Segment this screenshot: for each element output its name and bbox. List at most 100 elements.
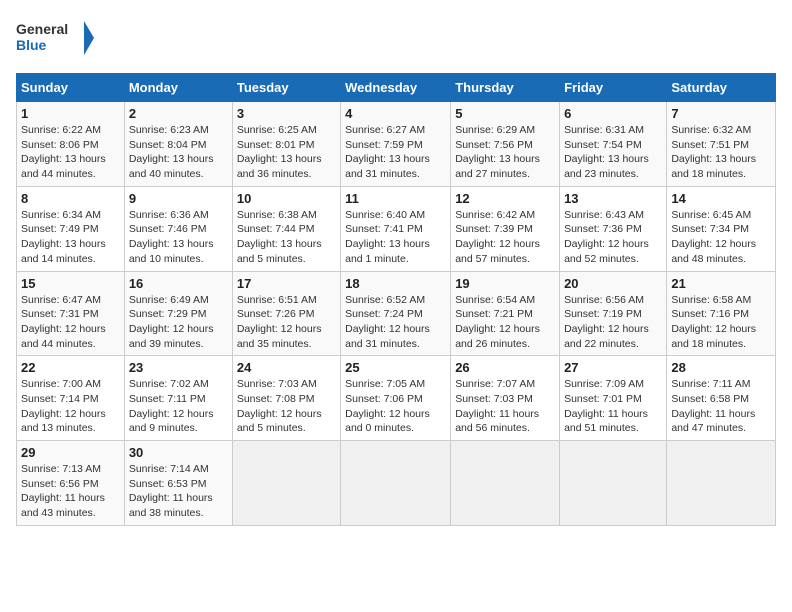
day-cell: 16 Sunrise: 6:49 AM Sunset: 7:29 PM Dayl… <box>124 271 232 356</box>
day-number: 19 <box>455 276 555 291</box>
sunrise: Sunrise: 6:56 AM <box>564 293 662 308</box>
sunset: Sunset: 7:56 PM <box>455 138 555 153</box>
sunset: Sunset: 7:11 PM <box>129 392 228 407</box>
day-info: Sunrise: 6:47 AM Sunset: 7:31 PM Dayligh… <box>21 293 120 352</box>
day-number: 14 <box>671 191 771 206</box>
sunrise: Sunrise: 6:51 AM <box>237 293 336 308</box>
daylight: Daylight: 12 hours and 52 minutes. <box>564 237 662 266</box>
day-cell: 26 Sunrise: 7:07 AM Sunset: 7:03 PM Dayl… <box>451 356 560 441</box>
day-cell: 10 Sunrise: 6:38 AM Sunset: 7:44 PM Dayl… <box>232 186 340 271</box>
day-number: 10 <box>237 191 336 206</box>
day-info: Sunrise: 6:56 AM Sunset: 7:19 PM Dayligh… <box>564 293 662 352</box>
day-cell: 29 Sunrise: 7:13 AM Sunset: 6:56 PM Dayl… <box>17 441 125 526</box>
day-number: 15 <box>21 276 120 291</box>
sunset: Sunset: 7:46 PM <box>129 222 228 237</box>
day-cell: 30 Sunrise: 7:14 AM Sunset: 6:53 PM Dayl… <box>124 441 232 526</box>
week-row-2: 8 Sunrise: 6:34 AM Sunset: 7:49 PM Dayli… <box>17 186 776 271</box>
day-info: Sunrise: 7:02 AM Sunset: 7:11 PM Dayligh… <box>129 377 228 436</box>
header-cell-thursday: Thursday <box>451 74 560 102</box>
sunset: Sunset: 8:06 PM <box>21 138 120 153</box>
sunset: Sunset: 7:59 PM <box>345 138 446 153</box>
day-info: Sunrise: 7:00 AM Sunset: 7:14 PM Dayligh… <box>21 377 120 436</box>
daylight: Daylight: 12 hours and 0 minutes. <box>345 407 446 436</box>
day-cell <box>667 441 776 526</box>
svg-text:General: General <box>16 21 68 37</box>
daylight: Daylight: 13 hours and 10 minutes. <box>129 237 228 266</box>
daylight: Daylight: 11 hours and 51 minutes. <box>564 407 662 436</box>
daylight: Daylight: 12 hours and 48 minutes. <box>671 237 771 266</box>
day-number: 30 <box>129 445 228 460</box>
day-cell: 25 Sunrise: 7:05 AM Sunset: 7:06 PM Dayl… <box>341 356 451 441</box>
sunset: Sunset: 7:06 PM <box>345 392 446 407</box>
day-cell: 7 Sunrise: 6:32 AM Sunset: 7:51 PM Dayli… <box>667 102 776 187</box>
header-cell-monday: Monday <box>124 74 232 102</box>
day-info: Sunrise: 6:25 AM Sunset: 8:01 PM Dayligh… <box>237 123 336 182</box>
sunrise: Sunrise: 6:47 AM <box>21 293 120 308</box>
week-row-5: 29 Sunrise: 7:13 AM Sunset: 6:56 PM Dayl… <box>17 441 776 526</box>
sunset: Sunset: 7:34 PM <box>671 222 771 237</box>
day-cell: 4 Sunrise: 6:27 AM Sunset: 7:59 PM Dayli… <box>341 102 451 187</box>
day-info: Sunrise: 6:31 AM Sunset: 7:54 PM Dayligh… <box>564 123 662 182</box>
sunset: Sunset: 7:39 PM <box>455 222 555 237</box>
daylight: Daylight: 13 hours and 36 minutes. <box>237 152 336 181</box>
day-info: Sunrise: 7:14 AM Sunset: 6:53 PM Dayligh… <box>129 462 228 521</box>
day-info: Sunrise: 7:07 AM Sunset: 7:03 PM Dayligh… <box>455 377 555 436</box>
sunrise: Sunrise: 6:27 AM <box>345 123 446 138</box>
logo: General Blue <box>16 16 96 61</box>
day-number: 25 <box>345 360 446 375</box>
daylight: Daylight: 13 hours and 44 minutes. <box>21 152 120 181</box>
sunset: Sunset: 7:24 PM <box>345 307 446 322</box>
day-info: Sunrise: 7:13 AM Sunset: 6:56 PM Dayligh… <box>21 462 120 521</box>
sunset: Sunset: 7:51 PM <box>671 138 771 153</box>
day-info: Sunrise: 6:34 AM Sunset: 7:49 PM Dayligh… <box>21 208 120 267</box>
sunrise: Sunrise: 7:09 AM <box>564 377 662 392</box>
day-info: Sunrise: 6:45 AM Sunset: 7:34 PM Dayligh… <box>671 208 771 267</box>
day-info: Sunrise: 6:38 AM Sunset: 7:44 PM Dayligh… <box>237 208 336 267</box>
sunrise: Sunrise: 6:36 AM <box>129 208 228 223</box>
sunrise: Sunrise: 7:00 AM <box>21 377 120 392</box>
sunset: Sunset: 7:44 PM <box>237 222 336 237</box>
day-cell <box>560 441 667 526</box>
day-number: 27 <box>564 360 662 375</box>
calendar-table: SundayMondayTuesdayWednesdayThursdayFrid… <box>16 73 776 526</box>
sunrise: Sunrise: 7:05 AM <box>345 377 446 392</box>
daylight: Daylight: 13 hours and 23 minutes. <box>564 152 662 181</box>
day-cell: 27 Sunrise: 7:09 AM Sunset: 7:01 PM Dayl… <box>560 356 667 441</box>
day-cell: 20 Sunrise: 6:56 AM Sunset: 7:19 PM Dayl… <box>560 271 667 356</box>
day-cell: 1 Sunrise: 6:22 AM Sunset: 8:06 PM Dayli… <box>17 102 125 187</box>
day-info: Sunrise: 6:36 AM Sunset: 7:46 PM Dayligh… <box>129 208 228 267</box>
day-number: 12 <box>455 191 555 206</box>
sunrise: Sunrise: 6:29 AM <box>455 123 555 138</box>
day-cell: 17 Sunrise: 6:51 AM Sunset: 7:26 PM Dayl… <box>232 271 340 356</box>
day-info: Sunrise: 6:23 AM Sunset: 8:04 PM Dayligh… <box>129 123 228 182</box>
day-number: 5 <box>455 106 555 121</box>
day-number: 18 <box>345 276 446 291</box>
daylight: Daylight: 13 hours and 31 minutes. <box>345 152 446 181</box>
week-row-3: 15 Sunrise: 6:47 AM Sunset: 7:31 PM Dayl… <box>17 271 776 356</box>
sunrise: Sunrise: 6:40 AM <box>345 208 446 223</box>
week-row-1: 1 Sunrise: 6:22 AM Sunset: 8:06 PM Dayli… <box>17 102 776 187</box>
day-info: Sunrise: 7:11 AM Sunset: 6:58 PM Dayligh… <box>671 377 771 436</box>
day-cell: 2 Sunrise: 6:23 AM Sunset: 8:04 PM Dayli… <box>124 102 232 187</box>
day-info: Sunrise: 6:58 AM Sunset: 7:16 PM Dayligh… <box>671 293 771 352</box>
day-cell: 15 Sunrise: 6:47 AM Sunset: 7:31 PM Dayl… <box>17 271 125 356</box>
day-number: 22 <box>21 360 120 375</box>
daylight: Daylight: 13 hours and 1 minute. <box>345 237 446 266</box>
day-cell <box>232 441 340 526</box>
sunset: Sunset: 7:49 PM <box>21 222 120 237</box>
day-info: Sunrise: 6:43 AM Sunset: 7:36 PM Dayligh… <box>564 208 662 267</box>
daylight: Daylight: 12 hours and 22 minutes. <box>564 322 662 351</box>
sunset: Sunset: 7:21 PM <box>455 307 555 322</box>
day-number: 11 <box>345 191 446 206</box>
sunrise: Sunrise: 6:25 AM <box>237 123 336 138</box>
day-cell: 11 Sunrise: 6:40 AM Sunset: 7:41 PM Dayl… <box>341 186 451 271</box>
sunset: Sunset: 6:56 PM <box>21 477 120 492</box>
day-cell: 19 Sunrise: 6:54 AM Sunset: 7:21 PM Dayl… <box>451 271 560 356</box>
day-number: 16 <box>129 276 228 291</box>
daylight: Daylight: 12 hours and 39 minutes. <box>129 322 228 351</box>
daylight: Daylight: 12 hours and 26 minutes. <box>455 322 555 351</box>
sunset: Sunset: 7:14 PM <box>21 392 120 407</box>
day-number: 29 <box>21 445 120 460</box>
daylight: Daylight: 12 hours and 31 minutes. <box>345 322 446 351</box>
sunrise: Sunrise: 7:02 AM <box>129 377 228 392</box>
